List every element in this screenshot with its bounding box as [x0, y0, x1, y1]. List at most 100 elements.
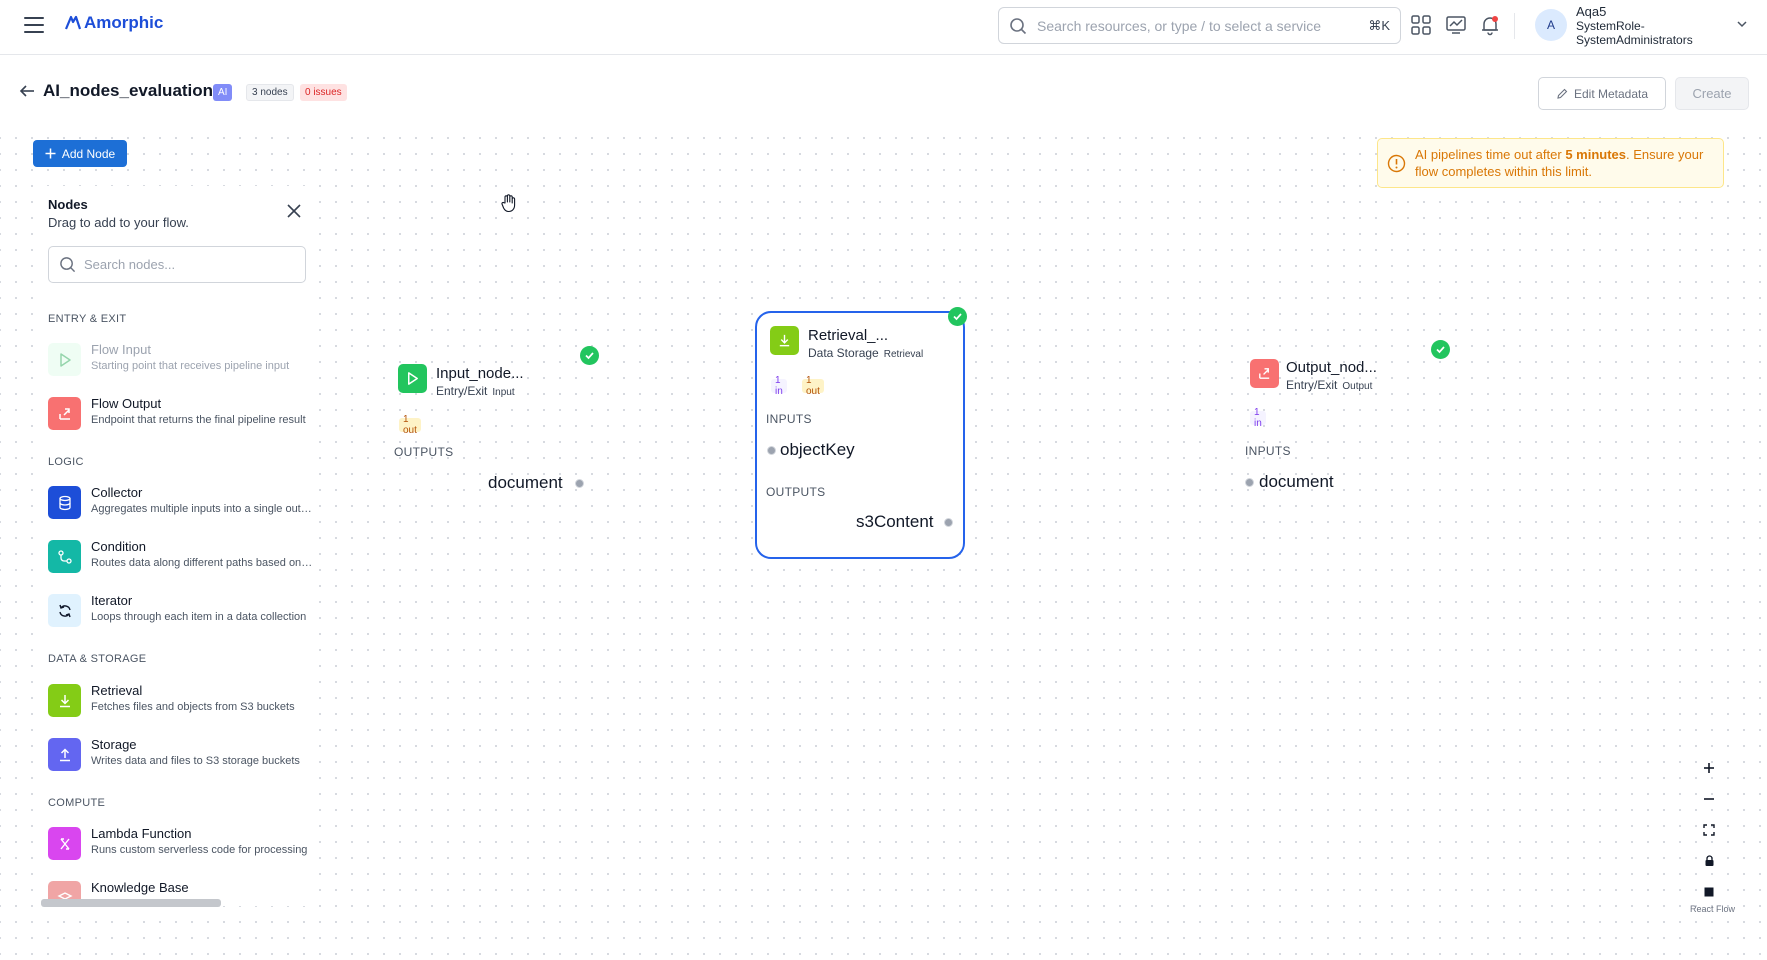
- export-icon: [48, 397, 81, 430]
- node-search-input[interactable]: Search nodes...: [48, 246, 306, 283]
- in-count-pill: 1 in: [1250, 407, 1266, 429]
- palette-item-storage[interactable]: Storage Writes data and files to S3 stor…: [48, 735, 313, 775]
- header-divider: [1514, 13, 1515, 39]
- outputs-label: OUTPUTS: [766, 485, 826, 499]
- output-node-tag: Output: [1342, 381, 1373, 392]
- retrieval-node-title: Retrieval_...: [808, 327, 889, 344]
- palette-item-title: Flow Output: [91, 396, 162, 411]
- alert-text: AI pipelines time out after 5 minutes. E…: [1415, 146, 1715, 180]
- input-port-label: document: [1259, 472, 1334, 491]
- search-icon: [60, 257, 76, 273]
- output-port-label: s3Content: [856, 512, 934, 531]
- issues-count-badge: 0 issues: [300, 84, 347, 101]
- edit-metadata-label: Edit Metadata: [1573, 86, 1649, 101]
- upload-icon: [48, 738, 81, 771]
- refresh-icon: [48, 594, 81, 627]
- plus-icon: [1704, 763, 1714, 773]
- palette-item-iterator[interactable]: Iterator Loops through each item in a da…: [48, 591, 313, 631]
- inputs-label: INPUTS: [1245, 444, 1291, 458]
- brand-logo[interactable]: Amorphic: [64, 13, 163, 33]
- input-port-handle[interactable]: [1245, 478, 1254, 487]
- menu-icon[interactable]: [24, 17, 44, 33]
- palette-item-title: Storage: [91, 737, 137, 752]
- input-node-title: Input_node...: [436, 365, 524, 382]
- palette-item-collector[interactable]: Collector Aggregates multiple inputs int…: [48, 483, 313, 523]
- search-shortcut: ⌘K: [1368, 17, 1390, 33]
- output-port-handle[interactable]: [575, 479, 584, 488]
- output-node-category: Entry/Exit: [1286, 378, 1338, 392]
- top-bar: Amorphic Search resources, or type / to …: [0, 0, 1767, 55]
- global-search-input[interactable]: Search resources, or type / to select a …: [998, 7, 1401, 44]
- output-node-title: Output_nod...: [1286, 359, 1377, 376]
- nodes-count-badge: 3 nodes: [246, 84, 294, 101]
- palette-item-desc: Routes data along different paths based …: [91, 557, 313, 569]
- add-node-button[interactable]: Add Node: [33, 140, 127, 167]
- panel-horizontal-scrollbar[interactable]: [41, 899, 221, 907]
- avatar[interactable]: A: [1535, 9, 1567, 41]
- success-check-icon: [1431, 340, 1450, 359]
- zoom-in-button[interactable]: [1698, 757, 1720, 779]
- react-flow-attribution[interactable]: React Flow: [1690, 904, 1735, 914]
- palette-item-title: Knowledge Base: [91, 880, 189, 895]
- edit-metadata-button[interactable]: Edit Metadata: [1538, 77, 1666, 110]
- section-logic: LOGIC: [48, 456, 84, 468]
- close-icon[interactable]: [287, 204, 301, 218]
- palette-item-retrieval[interactable]: Retrieval Fetches files and objects from…: [48, 681, 313, 721]
- in-count-pill: 1 in: [771, 375, 787, 397]
- input-node-subtitle: Entry/Exit Input: [436, 384, 515, 398]
- ai-badge: AI: [213, 84, 233, 101]
- search-icon: [1010, 17, 1027, 34]
- palette-item-title: Lambda Function: [91, 826, 192, 841]
- retrieval-node-tag: Retrieval: [883, 349, 924, 360]
- lock-icon: [1705, 855, 1713, 866]
- monitoring-icon[interactable]: [1445, 14, 1467, 36]
- palette-item-lambda-function[interactable]: Lambda Function Runs custom serverless c…: [48, 824, 313, 864]
- palette-item-title: Condition: [91, 539, 146, 554]
- alert-text-bold: 5 minutes: [1565, 147, 1626, 162]
- palette-item-desc: Fetches files and objects from S3 bucket…: [91, 701, 295, 713]
- minimap-toggle-button[interactable]: [1698, 881, 1720, 903]
- palette-item-title: Flow Input: [91, 342, 151, 357]
- database-icon: [48, 486, 81, 519]
- input-port-handle[interactable]: [767, 446, 776, 455]
- palette-item-desc: Loops through each item in a data collec…: [91, 611, 307, 623]
- palette-item-flow-output[interactable]: Flow Output Endpoint that returns the fi…: [48, 394, 313, 434]
- section-compute: COMPUTE: [48, 797, 106, 809]
- page-header: AI_nodes_evaluation AI 3 nodes 0 issues …: [0, 56, 1767, 126]
- alert-text-prefix: AI pipelines time out after: [1415, 147, 1566, 162]
- lambda-icon: [48, 827, 81, 860]
- retrieval-node-category: Data Storage: [808, 346, 879, 360]
- create-button[interactable]: Create: [1675, 77, 1749, 110]
- warning-icon: [1387, 154, 1406, 173]
- chevron-down-icon[interactable]: [1736, 18, 1748, 30]
- node-search-placeholder: Search nodes...: [84, 257, 176, 272]
- page-title: AI_nodes_evaluation: [43, 81, 214, 100]
- section-data-storage: DATA & STORAGE: [48, 653, 147, 665]
- user-name: Aqa5: [1576, 4, 1607, 19]
- palette-item-flow-input[interactable]: Flow Input Starting point that receives …: [48, 340, 313, 380]
- success-check-icon: [580, 346, 599, 365]
- download-icon: [48, 684, 81, 717]
- play-icon: [398, 364, 427, 393]
- timeout-alert: AI pipelines time out after 5 minutes. E…: [1377, 138, 1724, 188]
- amorphic-logo-icon: [64, 15, 82, 30]
- lock-button[interactable]: [1698, 850, 1720, 872]
- back-arrow-icon[interactable]: [19, 84, 35, 98]
- palette-item-condition[interactable]: Condition Routes data along different pa…: [48, 537, 313, 577]
- outputs-label: OUTPUTS: [394, 445, 454, 459]
- notification-bell-icon[interactable]: [1479, 14, 1501, 36]
- palette-item-title: Iterator: [91, 593, 133, 608]
- fit-view-button[interactable]: [1698, 819, 1720, 841]
- panel-subtitle: Drag to add to your flow.: [48, 215, 189, 230]
- user-info[interactable]: Aqa5 SystemRole- SystemAdministrators: [1576, 4, 1693, 48]
- search-placeholder: Search resources, or type / to select a …: [1037, 17, 1322, 34]
- brand-name: Amorphic: [84, 13, 164, 32]
- output-port-label: document: [488, 473, 563, 492]
- palette-item-desc: Runs custom serverless code for processi…: [91, 844, 308, 856]
- zoom-out-button[interactable]: [1698, 788, 1720, 810]
- retrieval-node-subtitle: Data Storage Retrieval: [808, 346, 923, 360]
- input-node-category: Entry/Exit: [436, 384, 488, 398]
- output-port-handle[interactable]: [944, 518, 953, 527]
- palette-item-desc: Writes data and files to S3 storage buck…: [91, 755, 300, 767]
- apps-grid-icon[interactable]: [1410, 14, 1432, 36]
